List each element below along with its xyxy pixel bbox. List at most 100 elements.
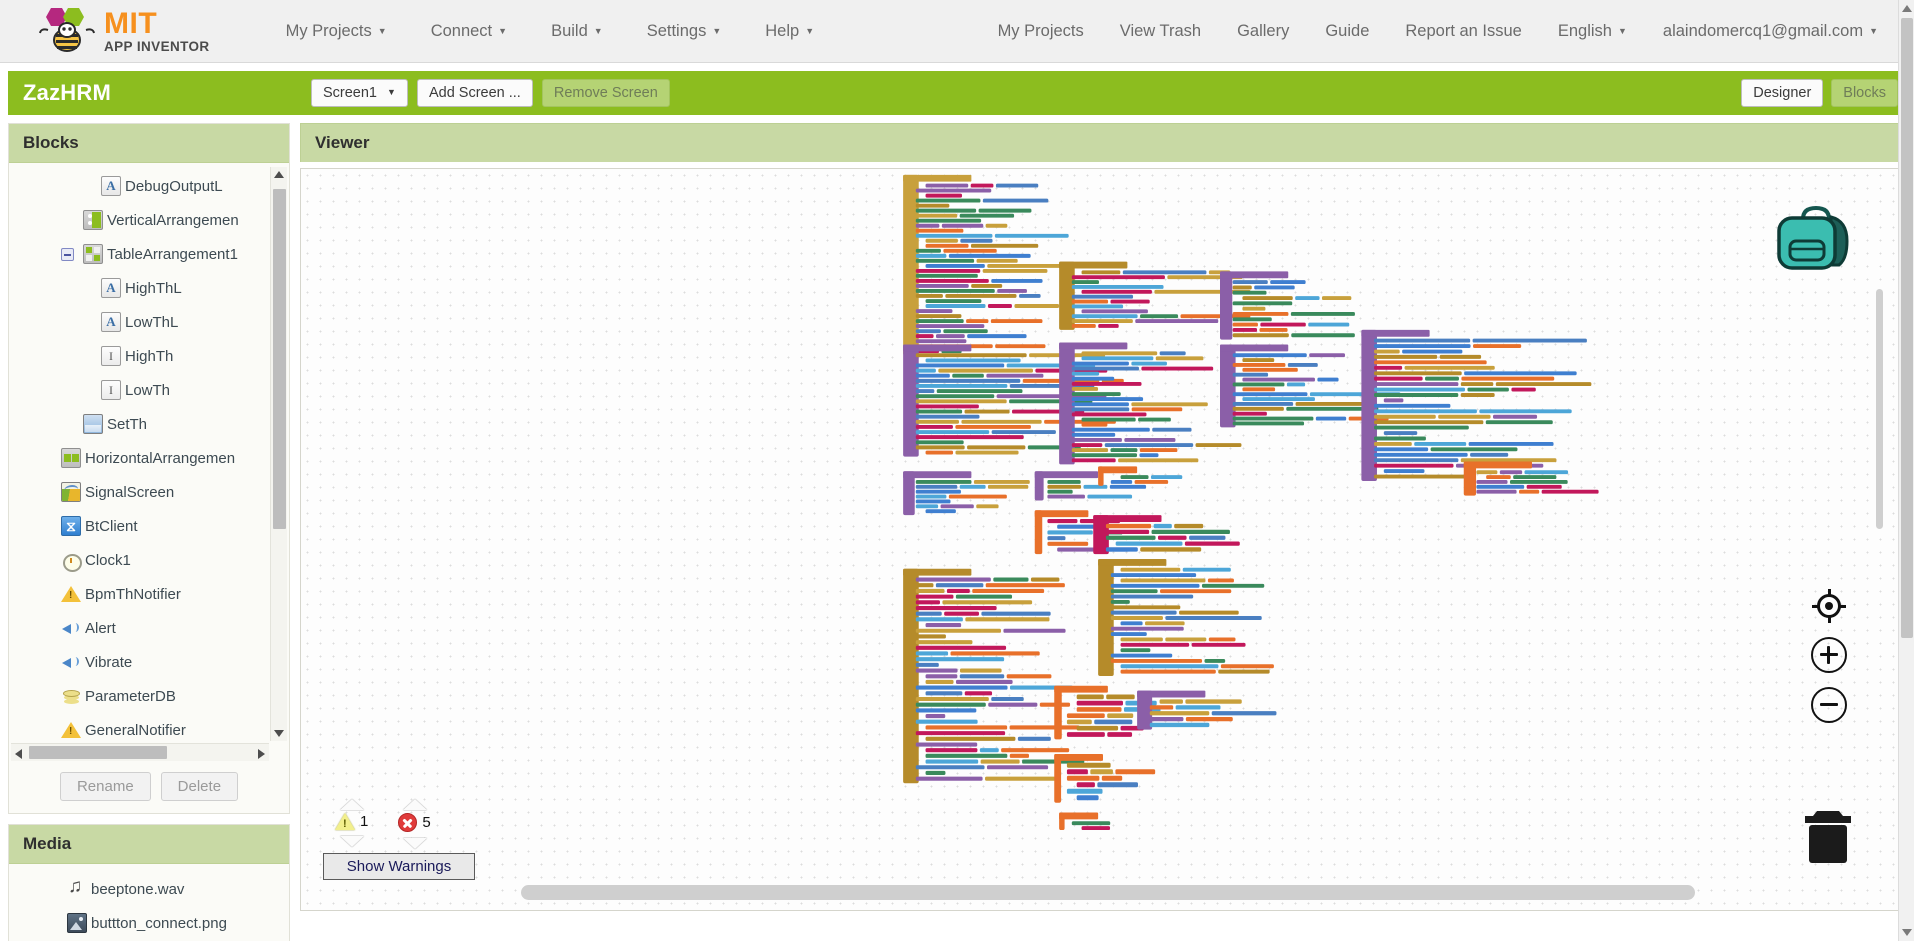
component-tree[interactable]: A DebugOutputL VerticalArrangemen TableA… bbox=[9, 163, 289, 763]
screen-selector-label: Screen1 bbox=[322, 84, 377, 101]
tree-item-label: VerticalArrangemen bbox=[107, 211, 239, 229]
notifier-icon bbox=[61, 720, 81, 740]
error-count: 5 bbox=[422, 814, 431, 831]
project-name: ZazHRM bbox=[23, 80, 111, 105]
scrollbar-thumb[interactable] bbox=[1901, 18, 1913, 638]
scroll-down-arrow-icon[interactable] bbox=[1902, 929, 1912, 936]
scrollbar-thumb[interactable] bbox=[273, 189, 286, 529]
tree-horizontal-scrollbar[interactable] bbox=[11, 743, 269, 761]
tree-item-debugoutputl[interactable]: A DebugOutputL bbox=[9, 169, 289, 203]
chevron-down-icon: ▼ bbox=[498, 25, 508, 36]
warning-counters: ! 1 5 bbox=[335, 799, 483, 849]
account-email-label: alaindomercq1@gmail.com bbox=[1662, 22, 1864, 40]
screen-selector-dropdown[interactable]: Screen1 ▼ bbox=[310, 78, 408, 108]
media-panel: Media beeptone.wav buttton_connect.png bbox=[8, 824, 290, 941]
media-item-button-connect[interactable]: buttton_connect.png bbox=[9, 906, 289, 940]
error-scroll-down-icon[interactable] bbox=[402, 838, 427, 849]
menu-help[interactable]: Help ▼ bbox=[743, 16, 836, 47]
tree-item-alert[interactable]: Alert bbox=[9, 611, 289, 645]
textbox-icon: I bbox=[101, 380, 121, 400]
tree-item-horizontalarrangement[interactable]: HorizontalArrangemen bbox=[9, 441, 289, 475]
textbox-icon: I bbox=[101, 346, 121, 366]
blocks-workspace[interactable]: ! 1 5 Show Warnings bbox=[300, 168, 1906, 911]
menu-my-projects[interactable]: My Projects ▼ bbox=[264, 16, 409, 47]
media-item-label: buttton_connect.png bbox=[91, 914, 227, 932]
scroll-down-arrow-icon[interactable] bbox=[274, 730, 284, 737]
tree-item-tablearrangement1[interactable]: TableArrangement1 bbox=[9, 237, 289, 271]
language-selector[interactable]: English ▼ bbox=[1540, 16, 1645, 47]
trash-can-icon[interactable] bbox=[1797, 805, 1859, 872]
tree-item-lowth[interactable]: I LowTh bbox=[9, 373, 289, 407]
app-inventor-bee-logo bbox=[38, 6, 96, 56]
menu-settings[interactable]: Settings ▼ bbox=[625, 16, 744, 47]
zoom-out-icon[interactable] bbox=[1811, 687, 1847, 723]
tree-collapse-toggle[interactable] bbox=[61, 247, 74, 261]
backpack-icon[interactable] bbox=[1773, 203, 1859, 280]
sound-icon bbox=[61, 652, 81, 672]
add-screen-button[interactable]: Add Screen ... bbox=[416, 78, 533, 108]
media-item-beeptone[interactable]: beeptone.wav bbox=[9, 872, 289, 906]
page-scrollbar[interactable] bbox=[1898, 0, 1914, 941]
warning-scroll-down-icon[interactable] bbox=[339, 836, 364, 847]
delete-button[interactable]: Delete bbox=[160, 772, 239, 801]
remove-screen-button[interactable]: Remove Screen bbox=[541, 78, 670, 108]
workspace-horizontal-scrollbar[interactable] bbox=[521, 885, 1695, 900]
center-blocks-icon[interactable] bbox=[1812, 589, 1846, 623]
menu-settings-label: Settings bbox=[646, 21, 707, 40]
app-inventor-logo[interactable]: MIT APP INVENTOR bbox=[38, 6, 210, 56]
tree-item-highth[interactable]: I HighTh bbox=[9, 339, 289, 373]
tree-item-btclient[interactable]: ⧖ BtClient bbox=[9, 509, 289, 543]
image-file-icon bbox=[67, 913, 87, 933]
warning-triangle-icon: ! bbox=[335, 813, 355, 830]
error-count-row: 5 bbox=[398, 813, 431, 832]
media-item-label: beeptone.wav bbox=[91, 880, 185, 898]
link-gallery[interactable]: Gallery bbox=[1219, 16, 1307, 47]
tree-item-lowthl[interactable]: A LowThL bbox=[9, 305, 289, 339]
link-my-projects[interactable]: My Projects bbox=[980, 16, 1102, 47]
tree-item-label: SetTh bbox=[107, 415, 148, 433]
show-warnings-button[interactable]: Show Warnings bbox=[323, 853, 475, 880]
link-view-trash-label: View Trash bbox=[1119, 22, 1202, 40]
label-icon: A bbox=[101, 176, 121, 196]
blocks-tab-button[interactable]: Blocks bbox=[1831, 78, 1898, 108]
viewer-title: Viewer bbox=[300, 123, 1906, 162]
rename-button[interactable]: Rename bbox=[59, 772, 151, 801]
chevron-down-icon: ▼ bbox=[1869, 26, 1878, 36]
account-menu[interactable]: alaindomercq1@gmail.com ▼ bbox=[1645, 16, 1896, 47]
tree-item-bpmthnotifier[interactable]: BpmThNotifier bbox=[9, 577, 289, 611]
scroll-right-arrow-icon[interactable] bbox=[258, 749, 265, 759]
link-report-an-issue[interactable]: Report an Issue bbox=[1387, 16, 1539, 47]
warning-scroll-up-icon[interactable] bbox=[339, 799, 364, 810]
designer-tab-button[interactable]: Designer bbox=[1741, 78, 1824, 108]
link-view-trash[interactable]: View Trash bbox=[1102, 16, 1219, 47]
menu-connect[interactable]: Connect ▼ bbox=[409, 16, 529, 47]
audio-file-icon bbox=[67, 876, 87, 899]
scroll-up-arrow-icon[interactable] bbox=[274, 171, 284, 178]
scroll-up-arrow-icon[interactable] bbox=[1902, 5, 1912, 12]
tree-item-label: GeneralNotifier bbox=[85, 721, 186, 739]
scrollbar-thumb[interactable] bbox=[29, 746, 167, 759]
link-guide[interactable]: Guide bbox=[1307, 16, 1387, 47]
tree-item-highthl[interactable]: A HighThL bbox=[9, 271, 289, 305]
block-cluster-group[interactable] bbox=[301, 169, 1905, 910]
tree-item-label: Clock1 bbox=[85, 551, 131, 569]
project-toolbar: ZazHRM Screen1 ▼ Add Screen ... Remove S… bbox=[8, 71, 1906, 115]
tree-item-label: TableArrangement1 bbox=[107, 245, 238, 263]
image-icon bbox=[83, 414, 103, 434]
error-scroll-up-icon[interactable] bbox=[402, 799, 427, 810]
tree-vertical-scrollbar[interactable] bbox=[270, 167, 287, 741]
scroll-left-arrow-icon[interactable] bbox=[15, 749, 22, 759]
tree-item-parameterdb[interactable]: ParameterDB bbox=[9, 679, 289, 713]
tree-item-signalscreen[interactable]: SignalScreen bbox=[9, 475, 289, 509]
workspace-vertical-scrollbar[interactable] bbox=[1876, 289, 1883, 529]
tree-item-label: LowThL bbox=[125, 313, 179, 331]
tree-item-generalnotifier[interactable]: GeneralNotifier bbox=[9, 713, 289, 747]
viewer-panel: Viewer ! 1 5 Show Warnings bbox=[300, 123, 1906, 941]
tree-item-label: HighTh bbox=[125, 347, 174, 365]
tree-item-verticalarrangement[interactable]: VerticalArrangemen bbox=[9, 203, 289, 237]
zoom-in-icon[interactable] bbox=[1811, 637, 1847, 673]
tree-item-clock1[interactable]: Clock1 bbox=[9, 543, 289, 577]
tree-item-setth[interactable]: SetTh bbox=[9, 407, 289, 441]
menu-build[interactable]: Build ▼ bbox=[529, 16, 625, 47]
tree-item-vibrate[interactable]: Vibrate bbox=[9, 645, 289, 679]
